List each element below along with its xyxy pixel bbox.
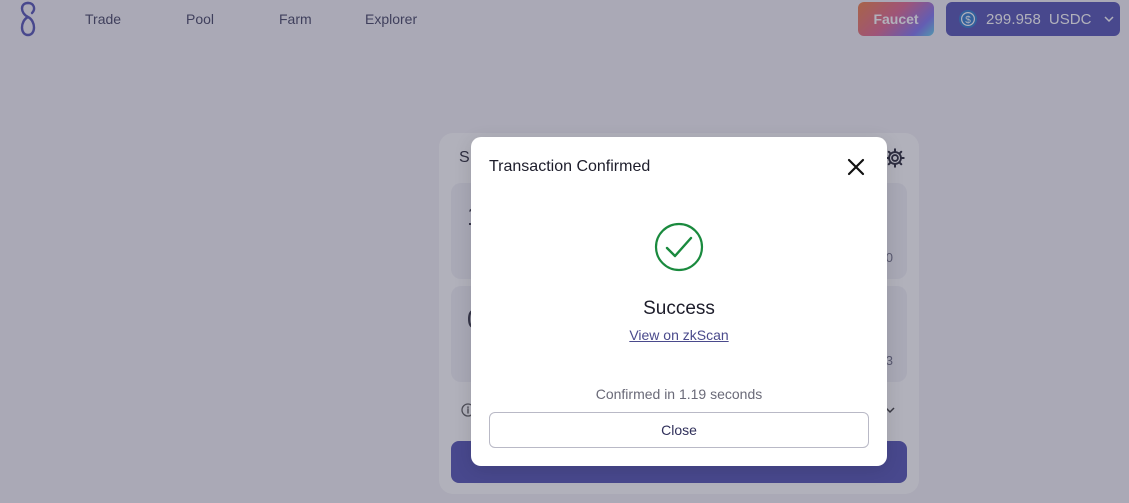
view-on-zkscan-link[interactable]: View on zkScan xyxy=(629,327,728,343)
transaction-confirmed-modal: Transaction Confirmed Success View on zk… xyxy=(471,137,887,466)
close-button[interactable]: Close xyxy=(489,412,869,448)
confirmation-time-text: Confirmed in 1.19 seconds xyxy=(595,386,763,402)
close-icon[interactable] xyxy=(845,156,867,178)
modal-title: Transaction Confirmed xyxy=(489,158,651,175)
success-status-text: Success xyxy=(643,298,715,319)
success-check-icon xyxy=(654,222,704,272)
